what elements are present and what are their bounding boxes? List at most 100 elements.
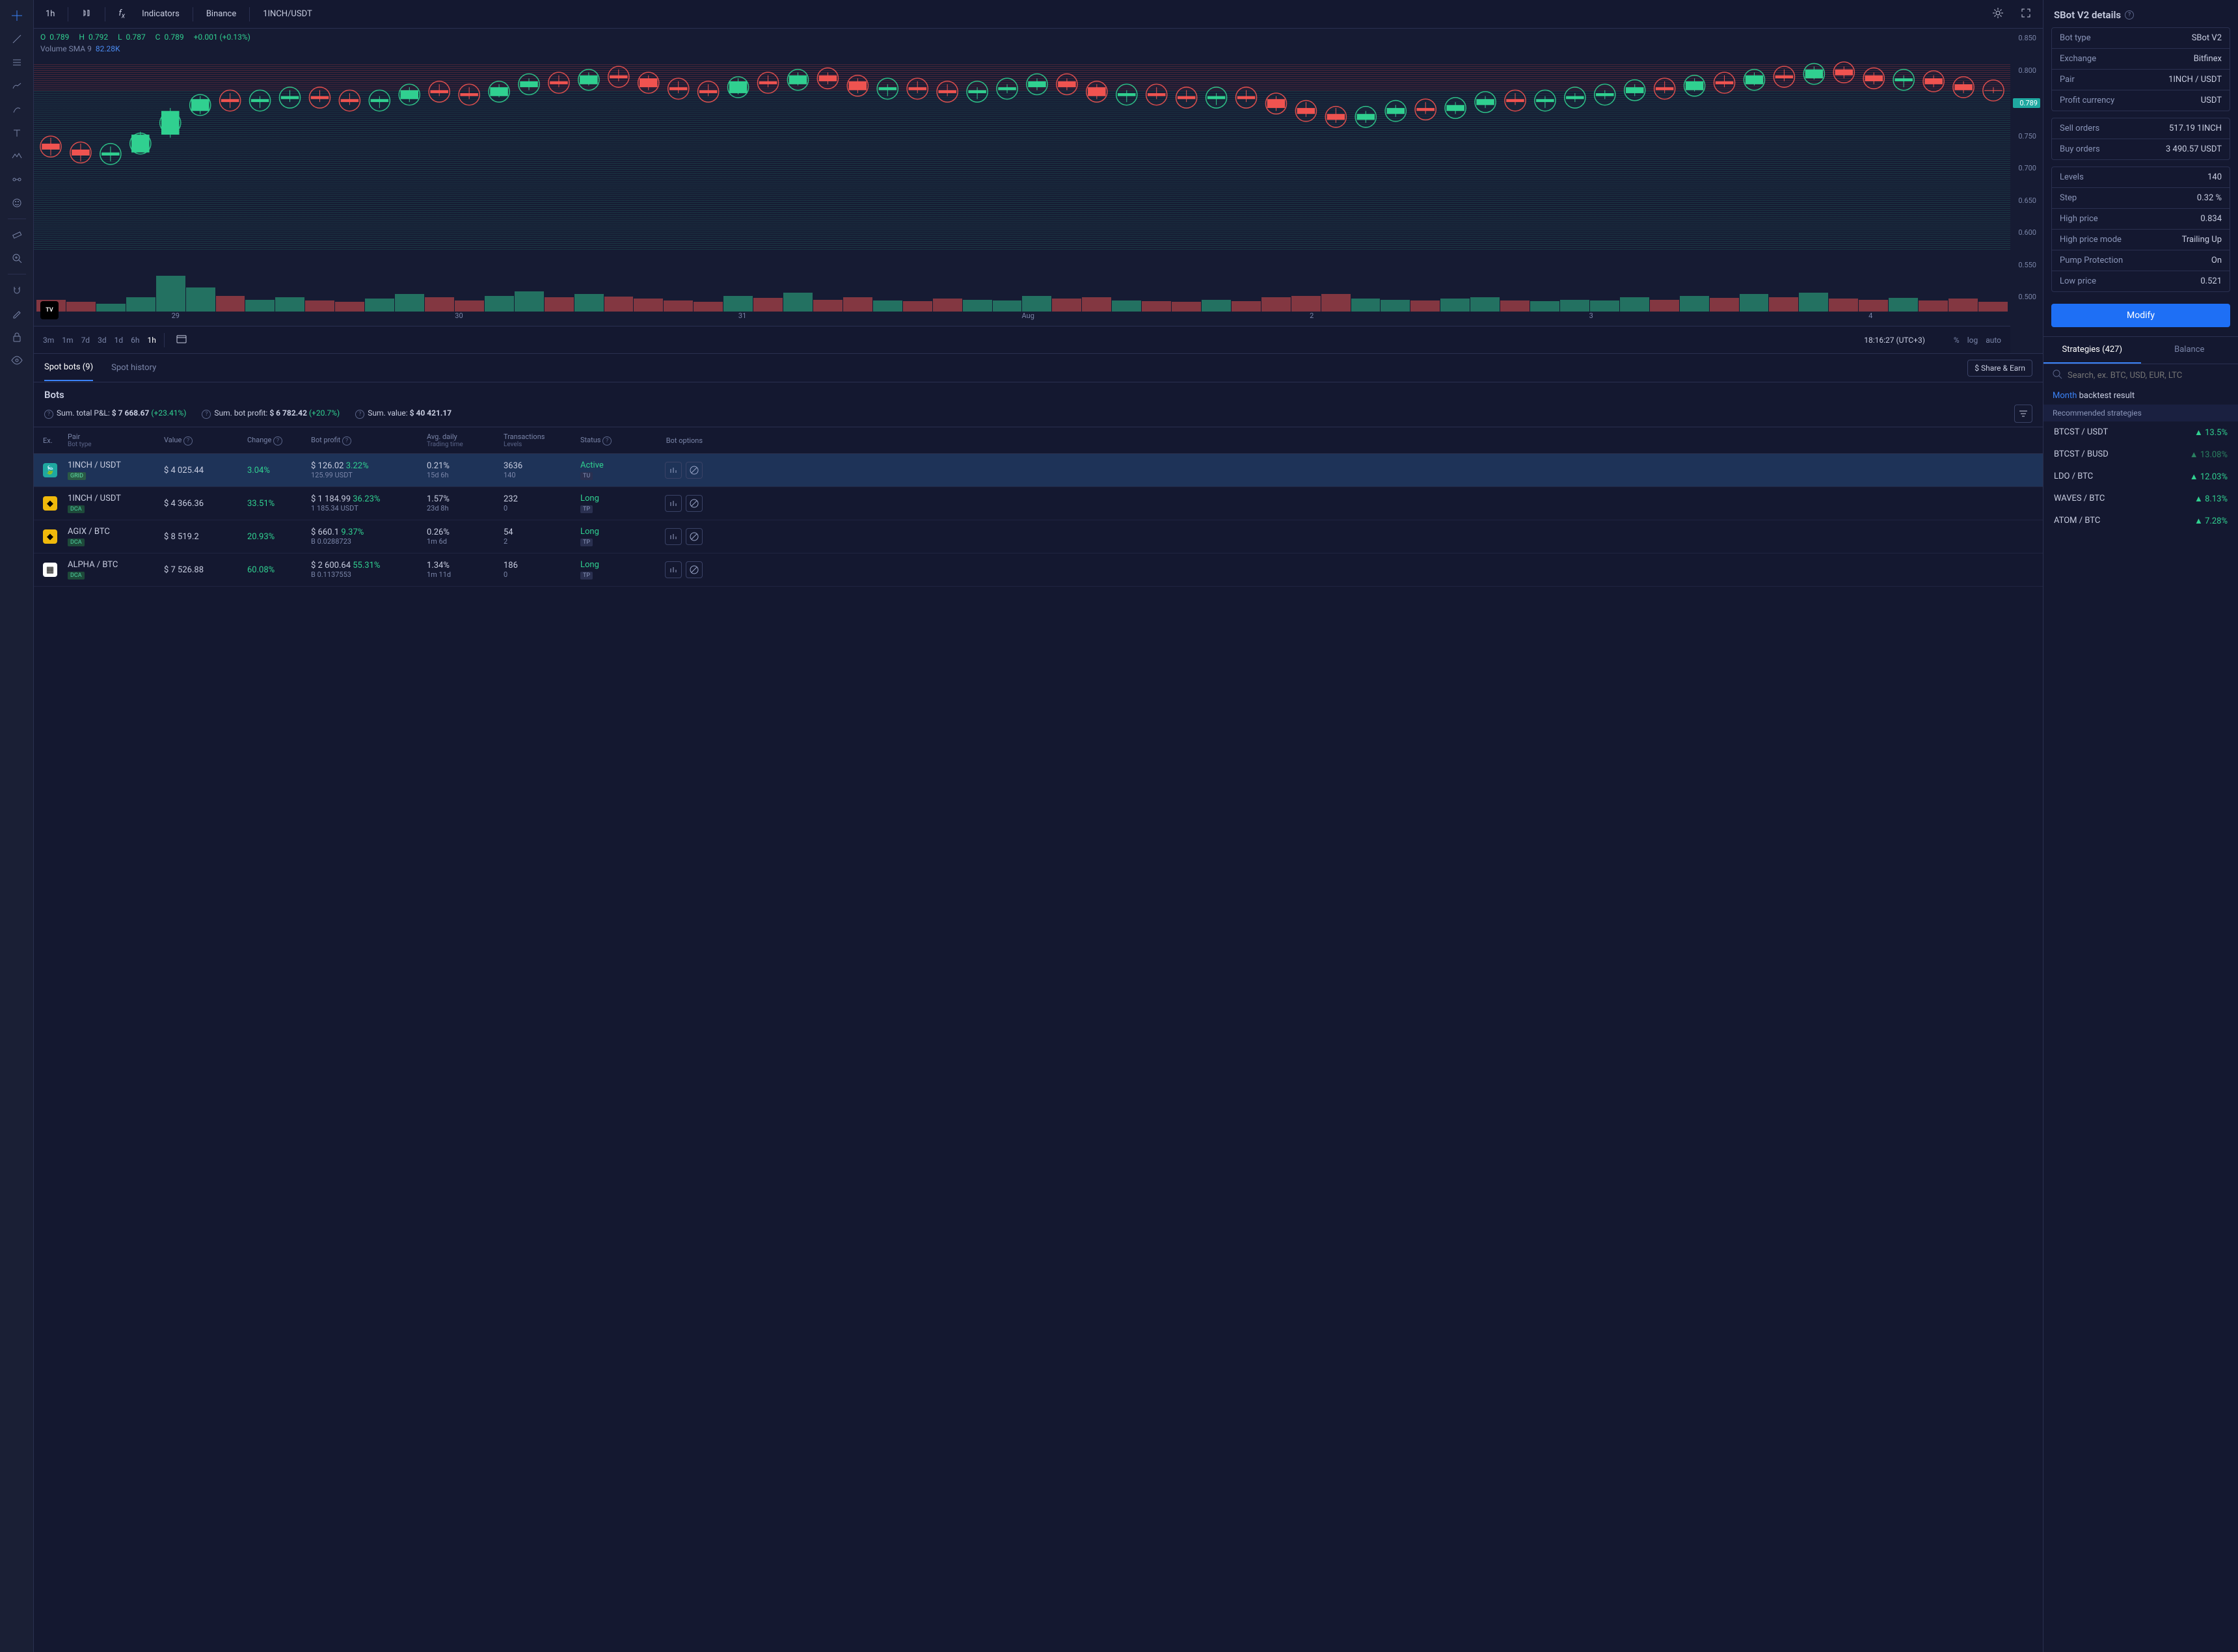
magnet-tool-icon[interactable] bbox=[5, 280, 29, 300]
eye-tool-icon[interactable] bbox=[5, 350, 29, 371]
strategy-pair: BTCST / BUSD bbox=[2054, 449, 2109, 460]
chart-y-axis[interactable]: 0.8500.8000.7890.7500.7000.6500.6000.550… bbox=[2010, 29, 2043, 353]
brush-tool-icon[interactable] bbox=[5, 99, 29, 120]
goto-date-icon[interactable] bbox=[172, 332, 191, 348]
chart-button[interactable] bbox=[665, 462, 682, 479]
tab-spot-bots[interactable]: Spot bots (9) bbox=[44, 354, 93, 381]
row-value: $ 4 366.36 bbox=[164, 499, 242, 509]
detail-value: SBot V2 bbox=[2192, 33, 2222, 43]
bot-row[interactable]: 🍃 1INCH / USDTGRID $ 4 025.44 3.04% $ 12… bbox=[34, 454, 2043, 487]
bot-row[interactable]: ◆ 1INCH / USDTDCA $ 4 366.36 33.51% $ 1 … bbox=[34, 487, 2043, 520]
pattern-tool-icon[interactable] bbox=[5, 146, 29, 167]
timeframe-3d[interactable]: 3d bbox=[98, 336, 107, 345]
strategy-pair: BTCST / USDT bbox=[2054, 427, 2108, 438]
strategy-pair: ATOM / BTC bbox=[2054, 516, 2100, 526]
filter-button[interactable] bbox=[2014, 405, 2032, 423]
row-pair: ALPHA / BTC bbox=[68, 560, 159, 570]
stop-button[interactable] bbox=[686, 462, 703, 479]
detail-label: Pair bbox=[2060, 75, 2075, 85]
share-earn-button[interactable]: $ Share & Earn bbox=[1967, 360, 2032, 377]
y-tick: 0.600 bbox=[2013, 228, 2040, 237]
timeframe-1d[interactable]: 1d bbox=[115, 336, 124, 345]
stop-button[interactable] bbox=[686, 561, 703, 578]
chart-top-toolbar: 1h fx Indicators Binance 1INCH/USDT bbox=[34, 0, 2043, 29]
detail-label: Exchange bbox=[2060, 54, 2096, 64]
row-change: 3.04% bbox=[247, 466, 306, 475]
emoji-tool-icon[interactable] bbox=[5, 193, 29, 213]
lock-tool-icon[interactable] bbox=[5, 326, 29, 347]
strategy-row[interactable]: ATOM / BTC▲ 7.28% bbox=[2043, 510, 2238, 532]
strategy-row[interactable]: WAVES / BTC▲ 8.13% bbox=[2043, 488, 2238, 510]
help-icon[interactable]: ? bbox=[602, 436, 612, 446]
timeframe-7d[interactable]: 7d bbox=[81, 336, 90, 345]
chart-button[interactable] bbox=[665, 495, 682, 512]
modify-button[interactable]: Modify bbox=[2051, 304, 2230, 327]
stop-button[interactable] bbox=[686, 495, 703, 512]
ohlc-readout: O0.789 H0.792 L0.787 C0.789 +0.001 (+0.1… bbox=[40, 33, 254, 42]
help-icon[interactable]: ? bbox=[183, 436, 193, 446]
help-icon[interactable]: ? bbox=[202, 410, 211, 419]
bot-row[interactable]: ◆ AGIX / BTCDCA $ 8 519.2 20.93% $ 660.1… bbox=[34, 520, 2043, 553]
detail-value: 517.19 1INCH bbox=[2169, 124, 2222, 133]
detail-label: Step bbox=[2060, 193, 2077, 203]
chart-button[interactable] bbox=[665, 528, 682, 545]
detail-value: 3 490.57 USDT bbox=[2166, 144, 2222, 154]
tab-strategies[interactable]: Strategies (427) bbox=[2043, 337, 2141, 364]
tab-spot-history[interactable]: Spot history bbox=[111, 355, 156, 380]
help-icon[interactable]: ? bbox=[342, 436, 351, 446]
help-icon[interactable]: ? bbox=[2125, 10, 2134, 20]
indicators-button[interactable]: Indicators bbox=[138, 7, 183, 21]
fx-indicators-icon[interactable]: fx bbox=[115, 6, 129, 23]
detail-value: Trailing Up bbox=[2182, 235, 2222, 245]
row-change: 60.08% bbox=[247, 565, 306, 575]
crosshair-tool-icon[interactable] bbox=[5, 5, 29, 26]
timeframe-3m[interactable]: 3m bbox=[43, 336, 54, 345]
pitchfork-tool-icon[interactable] bbox=[5, 75, 29, 96]
settings-gear-icon[interactable] bbox=[1988, 5, 2008, 24]
strategy-search-input[interactable] bbox=[2068, 371, 2229, 380]
fullscreen-icon[interactable] bbox=[2017, 5, 2035, 23]
detail-label: Levels bbox=[2060, 172, 2084, 182]
timeframe-1h[interactable]: 1h bbox=[147, 336, 155, 345]
x-tick: 2 bbox=[1310, 312, 1314, 325]
bot-type-badge: GRID bbox=[68, 472, 86, 480]
trendline-tool-icon[interactable] bbox=[5, 29, 29, 49]
bot-row[interactable]: ▦ ALPHA / BTCDCA $ 7 526.88 60.08% $ 2 6… bbox=[34, 553, 2043, 587]
text-tool-icon[interactable] bbox=[5, 122, 29, 143]
help-icon[interactable]: ? bbox=[273, 436, 282, 446]
strategy-row[interactable]: LDO / BTC▲ 12.03% bbox=[2043, 466, 2238, 488]
timeframe-toolbar: 3m1m7d3d1d6h1h 18:16:27 (UTC+3) % log au… bbox=[34, 326, 2010, 353]
interval-selector[interactable]: 1h bbox=[42, 7, 59, 21]
prediction-tool-icon[interactable] bbox=[5, 169, 29, 190]
y-tick: 0.700 bbox=[2013, 164, 2040, 172]
log-axis-button[interactable]: log bbox=[1967, 336, 1978, 345]
detail-value: 0.834 bbox=[2200, 214, 2222, 224]
edit-tool-icon[interactable] bbox=[5, 303, 29, 324]
chart-button[interactable] bbox=[665, 561, 682, 578]
percent-axis-button[interactable]: % bbox=[1954, 336, 1960, 345]
recommended-strategies-heading: Recommended strategies bbox=[2043, 405, 2238, 421]
pair-label[interactable]: 1INCH/USDT bbox=[259, 7, 316, 21]
help-icon[interactable]: ? bbox=[355, 410, 364, 419]
horizontal-lines-tool-icon[interactable] bbox=[5, 52, 29, 73]
help-icon[interactable]: ? bbox=[44, 410, 53, 419]
strategy-row[interactable]: BTCST / USDT▲ 13.5% bbox=[2043, 421, 2238, 444]
exchange-icon: 🍃 bbox=[43, 463, 57, 477]
stop-button[interactable] bbox=[686, 528, 703, 545]
search-icon bbox=[2053, 369, 2062, 382]
timeframe-1m[interactable]: 1m bbox=[62, 336, 73, 345]
strategy-row[interactable]: BTCST / BUSD▲ 13.08% bbox=[2043, 444, 2238, 466]
auto-axis-button[interactable]: auto bbox=[1986, 336, 2001, 345]
timeframe-6h[interactable]: 6h bbox=[131, 336, 139, 345]
exchange-label[interactable]: Binance bbox=[202, 7, 240, 21]
row-status: LongTP bbox=[580, 560, 639, 580]
detail-value: Bitfinex bbox=[2194, 54, 2222, 64]
candle-style-icon[interactable] bbox=[77, 5, 96, 23]
zoom-tool-icon[interactable] bbox=[5, 248, 29, 269]
row-tx: 2320 bbox=[504, 494, 575, 513]
chart-area[interactable]: O0.789 H0.792 L0.787 C0.789 +0.001 (+0.1… bbox=[34, 29, 2043, 354]
row-tx: 542 bbox=[504, 527, 575, 546]
row-avg: 1.57%23d 8h bbox=[427, 494, 498, 513]
tab-balance[interactable]: Balance bbox=[2141, 337, 2238, 364]
ruler-tool-icon[interactable] bbox=[5, 224, 29, 245]
